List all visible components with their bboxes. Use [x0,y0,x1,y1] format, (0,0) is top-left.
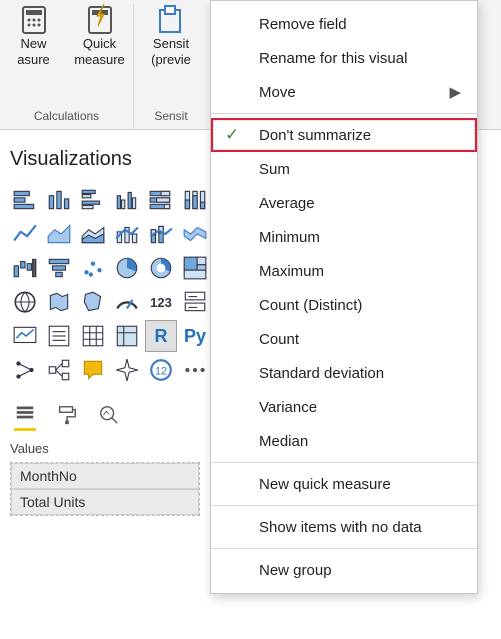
donut-chart-icon[interactable] [146,253,176,283]
menu-count[interactable]: Count [211,322,477,356]
ribbon-group-label-calc: Calculations [34,109,99,123]
table-icon[interactable] [78,321,108,351]
menu-separator [211,548,477,549]
line-chart-icon[interactable] [10,219,40,249]
stacked-bar-chart-icon[interactable] [10,185,40,215]
paint-roller-icon [56,404,78,426]
menu-separator [211,505,477,506]
line-stacked-column-icon[interactable] [146,219,176,249]
svg-text:12: 12 [155,365,167,377]
magnifier-chart-icon [98,404,120,426]
clustered-bar-chart-icon[interactable] [78,185,108,215]
new-measure-label-l1: New [20,36,46,52]
area-chart-icon[interactable] [44,219,74,249]
key-influencers-icon[interactable] [10,355,40,385]
menu-show-no-data[interactable]: Show items with no data [211,510,477,544]
menu-rename[interactable]: Rename for this visual [211,41,477,75]
line-clustered-column-icon[interactable] [112,219,142,249]
treemap-icon[interactable] [180,253,210,283]
field-context-menu: Remove field Rename for this visual Move… [210,0,478,594]
menu-dont-summarize[interactable]: ✓ Don't summarize [211,118,477,152]
new-measure-label-l2: asure [17,52,50,68]
field-total-units[interactable]: Total Units [11,489,199,515]
menu-minimum[interactable]: Minimum [211,220,477,254]
quick-measure-label-l1: Quick [83,36,116,52]
stacked-column-chart-icon[interactable] [44,185,74,215]
sensitivity-label-l2: (previe [151,52,191,68]
map-icon[interactable] [10,287,40,317]
menu-variance[interactable]: Variance [211,390,477,424]
check-icon: ✓ [225,125,239,145]
clustered-column-chart-icon[interactable] [112,185,142,215]
stacked-area-chart-icon[interactable] [78,219,108,249]
values-field-well[interactable]: MonthNo Total Units [10,462,200,516]
menu-move[interactable]: Move ▶ [211,75,477,109]
menu-sum[interactable]: Sum [211,152,477,186]
menu-count-distinct[interactable]: Count (Distinct) [211,288,477,322]
visualizations-pane: Visualizations 123 R Py [0,130,210,516]
card-icon[interactable]: 123 [146,287,176,317]
sensitivity-button[interactable]: Sensit (previe [141,4,201,68]
sensitivity-label-l1: Sensit [153,36,189,52]
fields-tab[interactable] [14,401,36,431]
field-monthno[interactable]: MonthNo [11,463,199,489]
kpi-icon[interactable] [10,321,40,351]
shape-map-icon[interactable] [78,287,108,317]
visualizations-grid: 123 R Py 12 [10,185,200,385]
visualizations-title: Visualizations [10,148,200,171]
menu-remove-field[interactable]: Remove field [211,7,477,41]
analytics-tab[interactable] [98,404,120,429]
menu-separator [211,113,477,114]
funnel-chart-icon[interactable] [44,253,74,283]
sensitivity-icon [155,4,187,36]
ribbon-chart-icon[interactable] [180,219,210,249]
ribbon-group-sensitivity: Sensit (previe Sensit [134,4,208,129]
ribbon-group-label-sens: Sensit [154,109,187,123]
format-tab[interactable] [56,404,78,429]
menu-new-group[interactable]: New group [211,553,477,587]
menu-average[interactable]: Average [211,186,477,220]
new-measure-button[interactable]: New asure [4,4,64,68]
menu-separator [211,462,477,463]
fields-tab-icon [14,401,36,423]
menu-dont-summarize-label: Don't summarize [259,127,371,144]
menu-std-dev[interactable]: Standard deviation [211,356,477,390]
smart-narrative-icon[interactable] [112,355,142,385]
waterfall-chart-icon[interactable] [10,253,40,283]
pie-chart-icon[interactable] [112,253,142,283]
viz-tabs [14,401,200,431]
matrix-icon[interactable] [112,321,142,351]
ribbon-group-calculations: New asure Quick measure Calculations [0,4,134,129]
get-more-visuals-icon[interactable] [180,355,210,385]
paginated-report-icon[interactable]: 12 [146,355,176,385]
hundred-stacked-column-icon[interactable] [180,185,210,215]
multi-row-card-icon[interactable] [180,287,210,317]
quick-measure-button[interactable]: Quick measure [70,4,130,68]
values-label: Values [10,441,200,456]
menu-move-label: Move [259,84,296,101]
decomposition-tree-icon[interactable] [44,355,74,385]
gauge-icon[interactable] [112,287,142,317]
menu-median[interactable]: Median [211,424,477,458]
filled-map-icon[interactable] [44,287,74,317]
hundred-stacked-bar-icon[interactable] [146,185,176,215]
slicer-icon[interactable] [44,321,74,351]
menu-new-quick-measure[interactable]: New quick measure [211,467,477,501]
quick-measure-label-l2: measure [74,52,125,68]
scatter-chart-icon[interactable] [78,253,108,283]
quick-measure-icon [84,4,116,36]
calculator-icon [18,4,50,36]
qa-visual-icon[interactable] [78,355,108,385]
r-visual-icon[interactable]: R [146,321,176,351]
python-visual-icon[interactable]: Py [180,321,210,351]
submenu-arrow-icon: ▶ [449,83,461,101]
menu-maximum[interactable]: Maximum [211,254,477,288]
